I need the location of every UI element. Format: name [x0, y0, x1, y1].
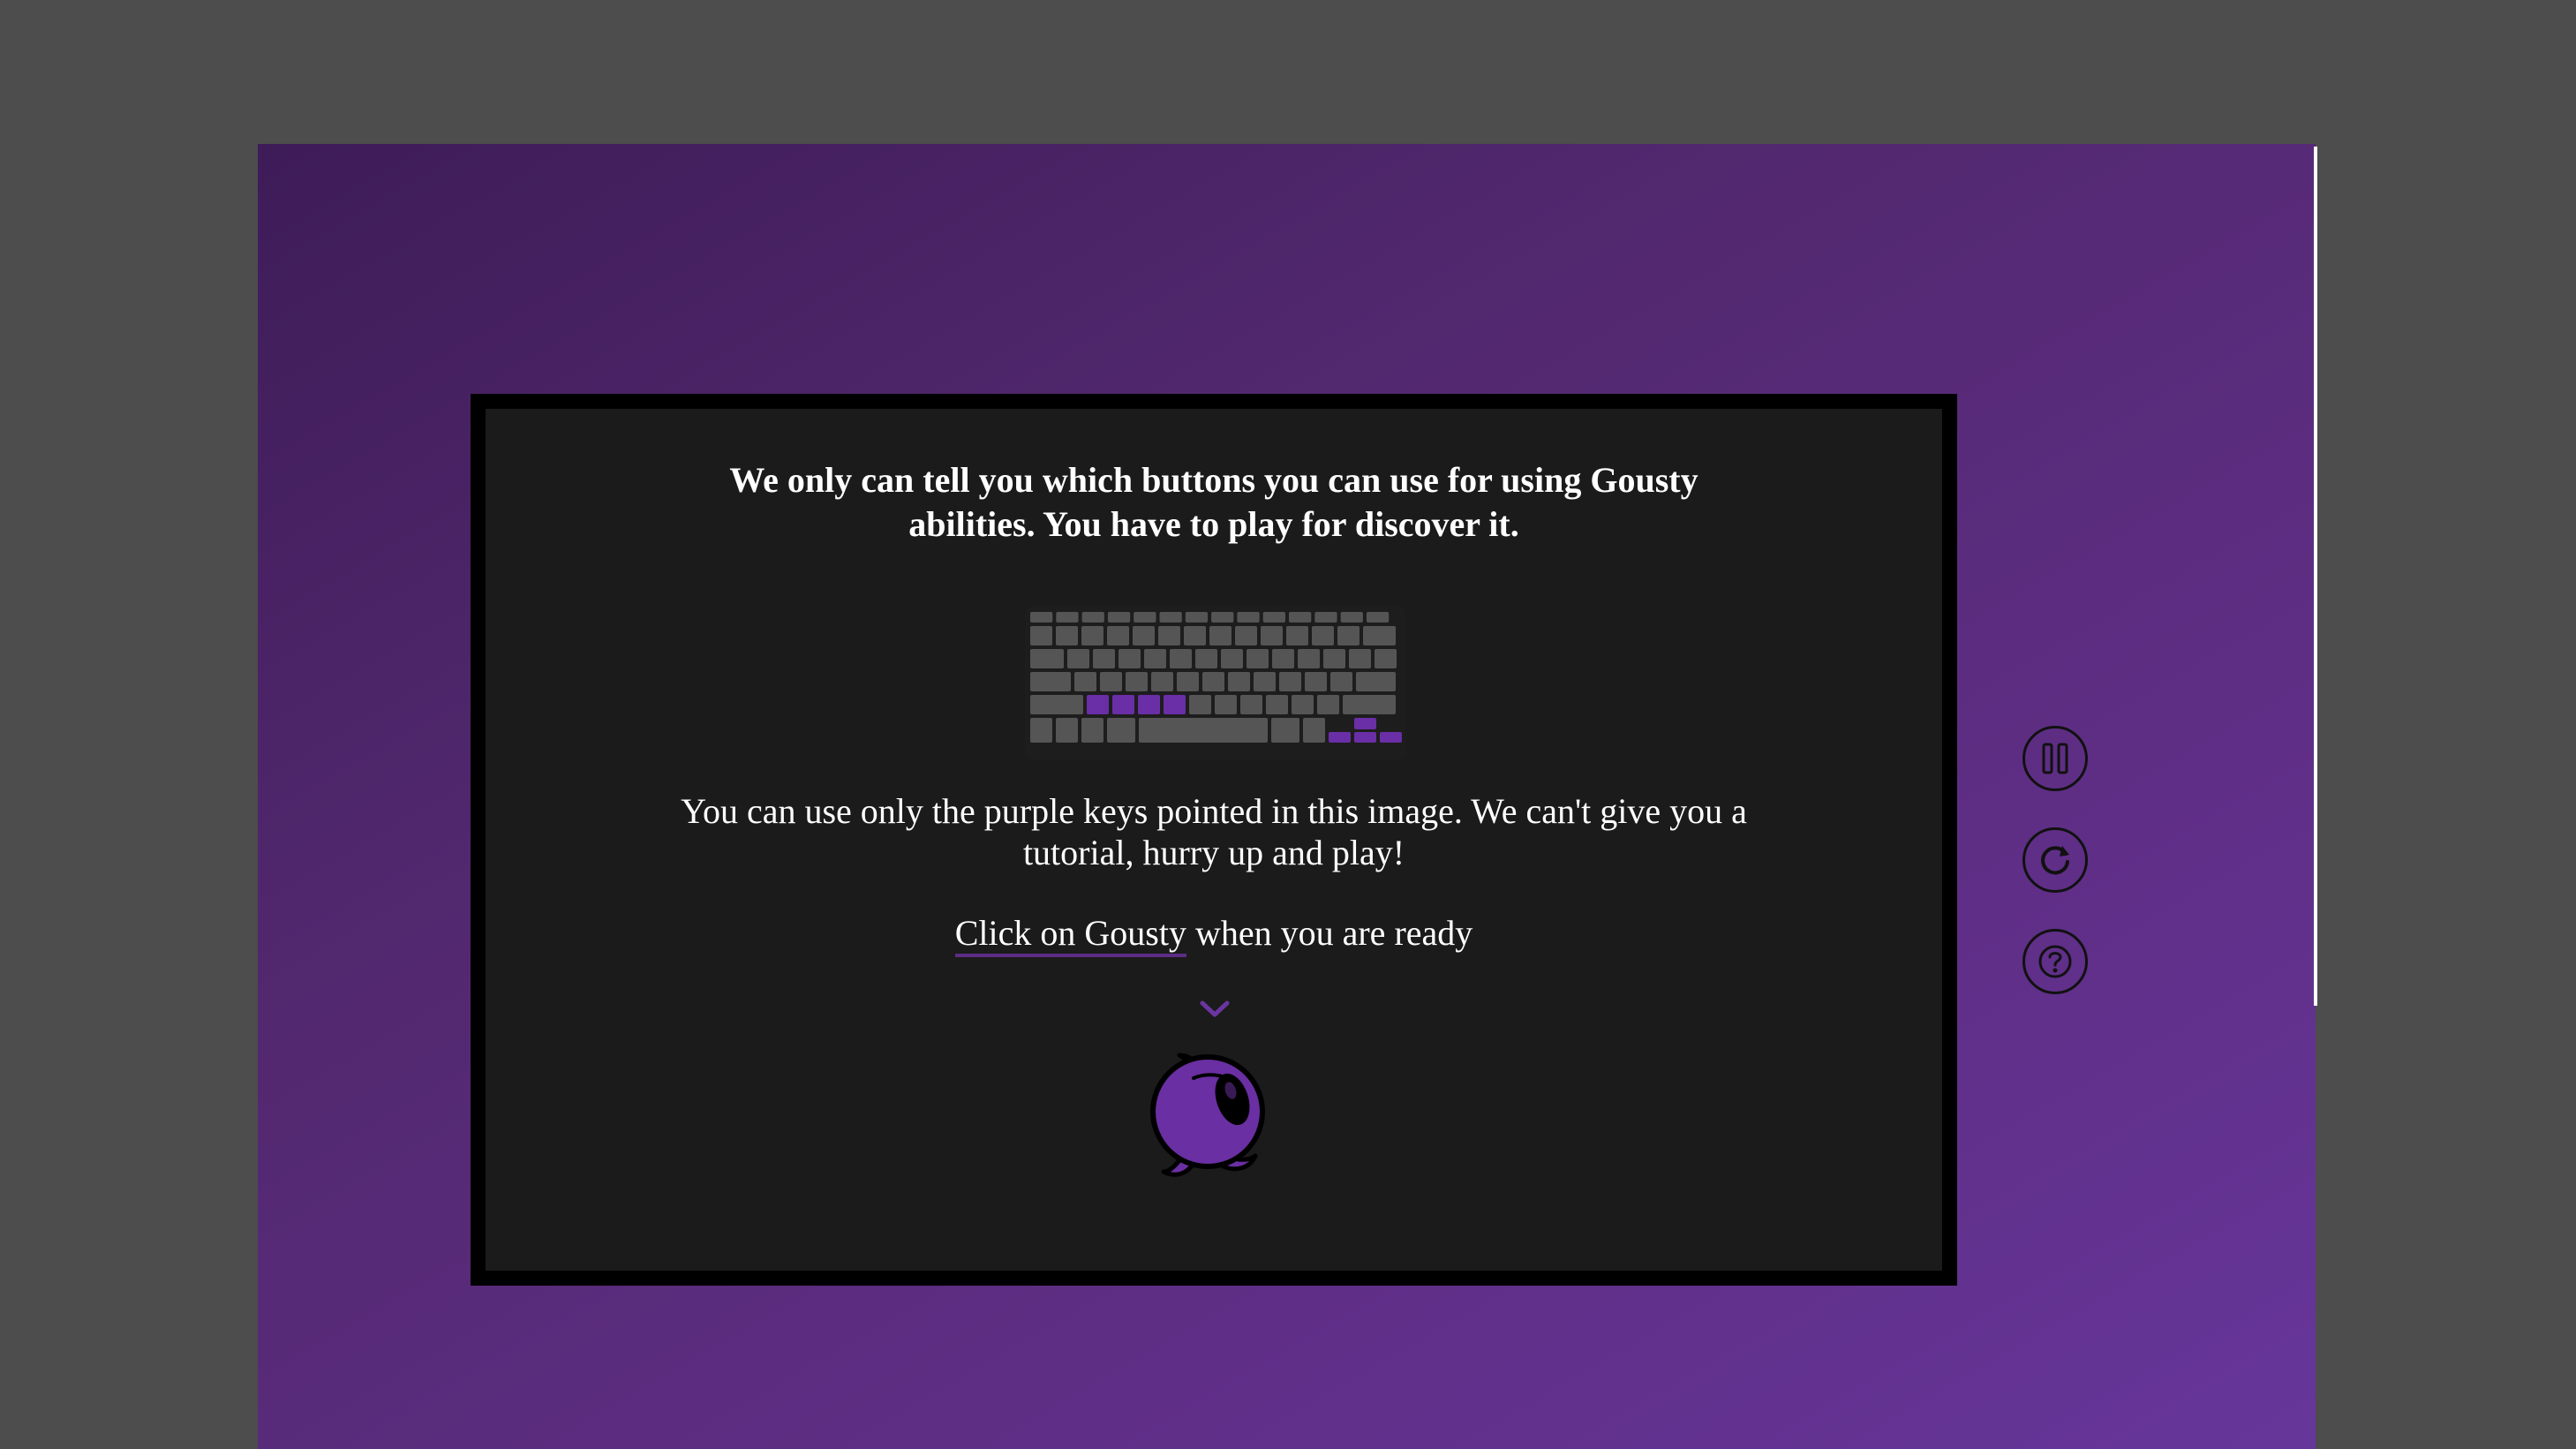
key-alt: [1081, 718, 1103, 743]
key-n6: [1184, 626, 1206, 645]
key-': [1330, 672, 1352, 691]
key-m: [1240, 695, 1262, 714]
key-n9: [1261, 626, 1283, 645]
key-]: [1349, 649, 1371, 668]
key-f0: [1030, 612, 1053, 623]
key-tab: [1030, 649, 1064, 668]
key-f4: [1134, 612, 1156, 623]
key-rshift: [1343, 695, 1396, 714]
key-n4: [1133, 626, 1155, 645]
keyboard-image: [1025, 607, 1406, 760]
restart-icon: [2041, 846, 2069, 875]
key-k: [1254, 672, 1276, 691]
key-f9: [1262, 612, 1285, 623]
key-u: [1221, 649, 1243, 668]
restart-button[interactable]: [2022, 827, 2088, 893]
key-b: [1189, 695, 1211, 714]
key-h: [1202, 672, 1224, 691]
key-n: [1215, 695, 1237, 714]
key-r: [1144, 649, 1166, 668]
key-c: [1138, 695, 1160, 714]
key-f8: [1237, 612, 1260, 623]
key-f3: [1107, 612, 1131, 623]
key-caps: [1030, 672, 1071, 691]
key-f11: [1314, 612, 1337, 623]
tutorial-heading: We only can tell you which buttons you c…: [729, 460, 1699, 544]
key-space: [1139, 718, 1268, 743]
key-v: [1164, 695, 1186, 714]
key-f6: [1185, 612, 1209, 623]
key-backspace: [1363, 626, 1396, 645]
frame-edge: [2314, 147, 2317, 1006]
key-f10: [1289, 612, 1312, 623]
pause-icon: [2042, 743, 2068, 774]
key-n1: [1056, 626, 1078, 645]
key-e: [1119, 649, 1141, 668]
key-z: [1087, 695, 1109, 714]
key-ralt: [1303, 718, 1325, 743]
key-cmd: [1107, 718, 1135, 743]
tutorial-panel-inner: We only can tell you which buttons you c…: [486, 409, 1942, 1271]
key-a: [1074, 672, 1096, 691]
key-f5: [1159, 612, 1182, 623]
key-,: [1266, 695, 1288, 714]
key-g: [1177, 672, 1199, 691]
key-n3: [1107, 626, 1129, 645]
key-n0: [1030, 626, 1052, 645]
key-q: [1067, 649, 1089, 668]
key-up-arrow: [1354, 718, 1376, 729]
key-j: [1228, 672, 1250, 691]
key-lshift: [1030, 695, 1083, 714]
key-n8: [1235, 626, 1257, 645]
key-[: [1323, 649, 1345, 668]
key-n11: [1312, 626, 1334, 645]
key-f12: [1340, 612, 1363, 623]
key-i: [1247, 649, 1269, 668]
key-s: [1100, 672, 1122, 691]
pause-button[interactable]: [2022, 726, 2088, 791]
key-d: [1126, 672, 1148, 691]
key-;: [1305, 672, 1327, 691]
key-ctrl: [1056, 718, 1078, 743]
key-rcmd: [1271, 718, 1299, 743]
key-enter: [1356, 672, 1396, 691]
key-f1: [1056, 612, 1079, 623]
key-f: [1151, 672, 1173, 691]
key-fn: [1030, 718, 1052, 743]
help-icon: [2038, 945, 2072, 978]
key-down-arrow: [1354, 732, 1376, 743]
key-n5: [1158, 626, 1180, 645]
chevron-down-icon: [1200, 1000, 1230, 1017]
key-w: [1093, 649, 1115, 668]
ready-instruction: Click on Gousty when you are ready: [486, 912, 1942, 957]
key-n2: [1081, 626, 1103, 645]
ready-rest-text: when you are ready: [1186, 913, 1473, 953]
key-left-arrow: [1329, 732, 1351, 743]
key-p: [1298, 649, 1320, 668]
key-right-arrow: [1380, 732, 1402, 743]
key-\: [1375, 649, 1397, 668]
help-button[interactable]: [2022, 929, 2088, 994]
key-x: [1112, 695, 1134, 714]
key-l: [1279, 672, 1301, 691]
key-t: [1170, 649, 1192, 668]
key-n12: [1337, 626, 1360, 645]
click-gousty-link[interactable]: Click on Gousty: [954, 913, 1186, 957]
key-y: [1195, 649, 1217, 668]
key-f2: [1081, 612, 1104, 623]
tutorial-info-text: You can use only the purple keys pointed…: [681, 791, 1747, 872]
tutorial-panel: We only can tell you which buttons you c…: [471, 394, 1957, 1286]
key-n10: [1286, 626, 1308, 645]
key-n7: [1209, 626, 1232, 645]
gousty-character[interactable]: [1144, 1039, 1268, 1182]
key-f13: [1366, 612, 1390, 623]
key-f7: [1211, 612, 1234, 623]
key-/: [1317, 695, 1339, 714]
key-o: [1272, 649, 1294, 668]
key-.: [1292, 695, 1314, 714]
